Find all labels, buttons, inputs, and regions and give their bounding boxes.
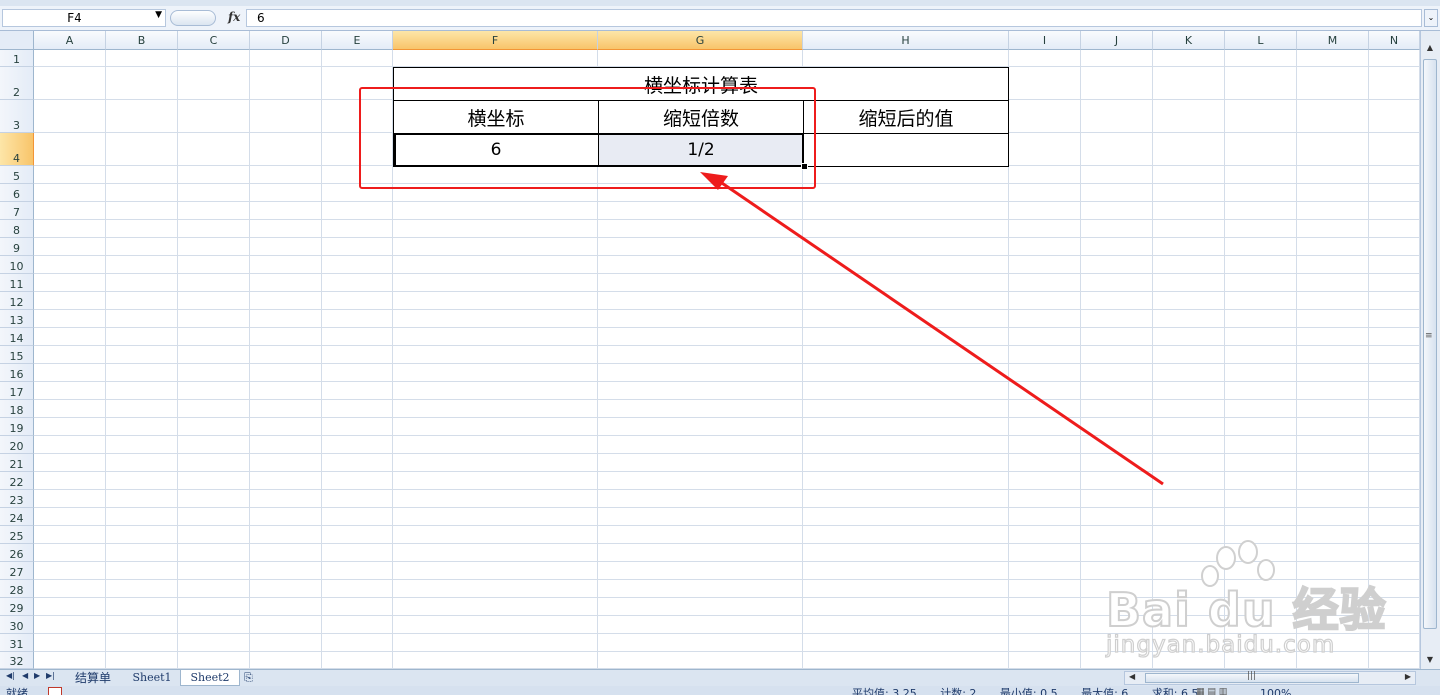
scroll-left-icon[interactable]: ◀ xyxy=(1129,672,1135,681)
macro-record-icon[interactable] xyxy=(48,687,62,695)
zoom-level[interactable]: 100% xyxy=(1260,686,1291,695)
watermark-brand: Bai du 经验 xyxy=(1105,582,1387,638)
last-sheet-icon[interactable]: ▶| xyxy=(46,671,55,680)
scroll-up-icon[interactable]: ▲ xyxy=(1423,41,1437,55)
scroll-down-icon[interactable]: ▼ xyxy=(1423,653,1437,667)
status-bar: 就绪 平均值: 3.25 计数: 2 最小值: 0.5 最大值: 6 求和: 6… xyxy=(0,686,1440,695)
vertical-scroll-thumb[interactable] xyxy=(1423,59,1437,629)
stat-min: 最小值: 0.5 xyxy=(999,687,1058,695)
view-layout-icon[interactable]: ▦ ▤ ▥ xyxy=(1196,687,1227,695)
stat-sum: 求和: 6.5 xyxy=(1151,687,1199,695)
scroll-right-icon[interactable]: ▶ xyxy=(1405,672,1411,681)
tab-jiesuandan[interactable]: 结算单 xyxy=(62,670,124,686)
vertical-scrollbar[interactable]: ▲ ≡ ▼ xyxy=(1420,31,1440,669)
grip-icon: ≡ xyxy=(1425,331,1433,341)
watermark-url: jingyan.baidu.com xyxy=(1105,631,1336,658)
sheet-tab-bar: ◀| ◀ ▶ ▶| 结算单 Sheet1 Sheet2 ⎘ ◀ ||| ▶ xyxy=(0,669,1440,686)
horizontal-scrollbar[interactable]: ◀ ||| ▶ xyxy=(1124,671,1416,685)
stat-count: 计数: 2 xyxy=(940,687,977,695)
stat-max: 最大值: 6 xyxy=(1081,687,1129,695)
grip-icon: ||| xyxy=(1247,671,1257,681)
status-stats: 平均值: 3.25 计数: 2 最小值: 0.5 最大值: 6 求和: 6.5 xyxy=(852,686,1219,695)
tab-sheet2[interactable]: Sheet2 xyxy=(180,670,240,686)
prev-sheet-icon[interactable]: ◀ xyxy=(22,671,28,680)
stat-average: 平均值: 3.25 xyxy=(852,687,917,695)
next-sheet-icon[interactable]: ▶ xyxy=(34,671,40,680)
status-ready: 就绪 xyxy=(6,687,28,695)
tab-sheet1[interactable]: Sheet1 xyxy=(124,670,180,686)
first-sheet-icon[interactable]: ◀| xyxy=(6,671,15,680)
insert-sheet-icon[interactable]: ⎘ xyxy=(244,671,253,685)
